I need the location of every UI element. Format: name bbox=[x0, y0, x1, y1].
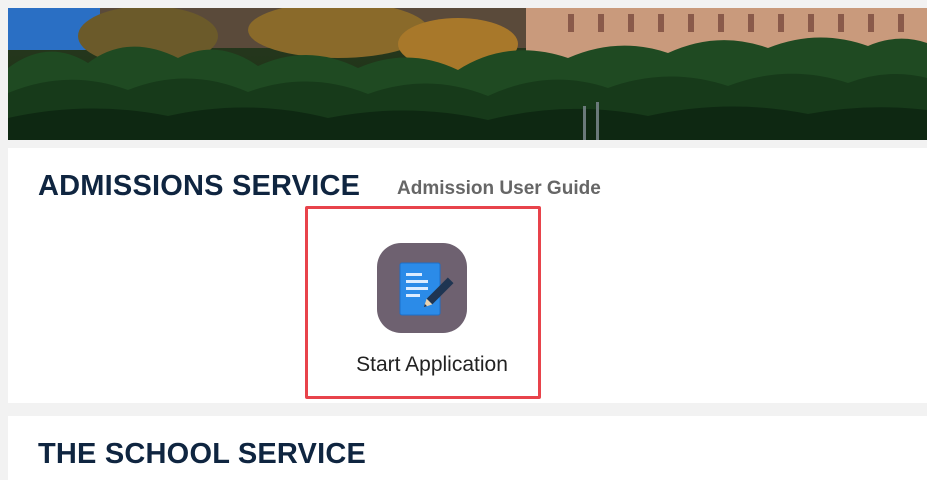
school-service-section: THE SCHOOL SERVICE bbox=[8, 416, 927, 480]
document-edit-icon bbox=[377, 243, 467, 333]
campus-hero-image bbox=[8, 8, 927, 140]
school-section-title: THE SCHOOL SERVICE bbox=[38, 438, 367, 470]
admission-user-guide-link[interactable]: Admission User Guide bbox=[397, 178, 601, 200]
start-application-label: Start Application bbox=[356, 353, 508, 376]
admissions-service-section: ADMISSIONS SERVICE Admission User Guide … bbox=[8, 148, 927, 403]
start-application-tile[interactable]: Start Application bbox=[320, 238, 520, 378]
admissions-section-title: ADMISSIONS SERVICE bbox=[38, 170, 361, 202]
